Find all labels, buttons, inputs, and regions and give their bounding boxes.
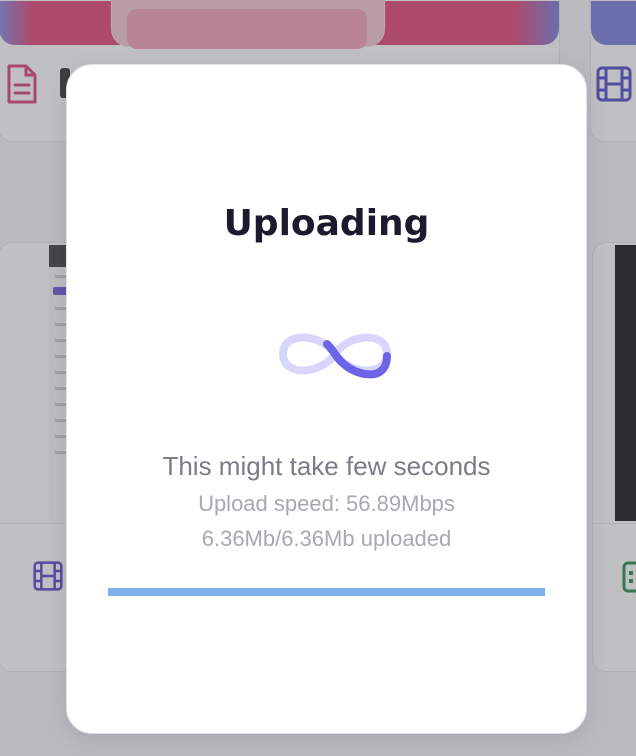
modal-title: Uploading xyxy=(223,203,430,244)
upload-progress-bar xyxy=(108,588,545,596)
upload-speed: Upload speed: 56.89Mbps xyxy=(198,491,455,516)
infinity-loader-icon xyxy=(277,323,393,385)
upload-size: 6.36Mb/6.36Mb uploaded xyxy=(201,526,452,551)
upload-progress-fill xyxy=(108,588,545,596)
upload-message: This might take few seconds xyxy=(162,451,491,481)
upload-modal: Uploading This might take few seconds Up… xyxy=(66,64,587,734)
